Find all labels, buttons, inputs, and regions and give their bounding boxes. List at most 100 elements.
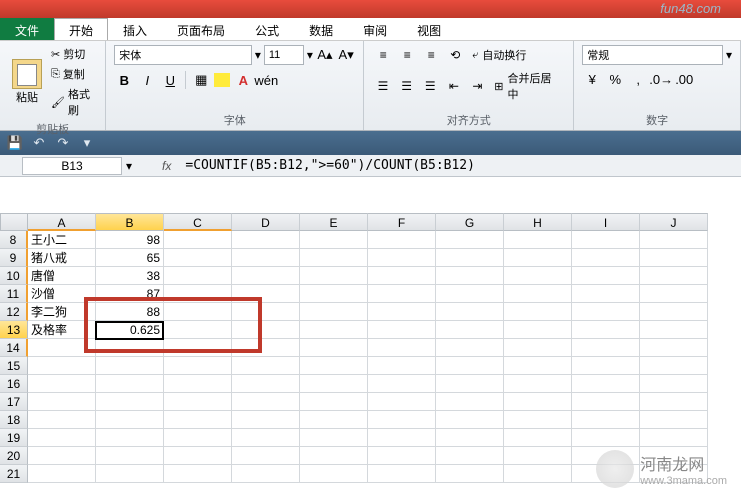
formula-input[interactable]: =COUNTIF(B5:B12,">=60")/COUNT(B5:B12) xyxy=(181,157,741,174)
cell[interactable] xyxy=(232,267,300,285)
cell[interactable] xyxy=(164,321,232,339)
cell[interactable] xyxy=(368,231,436,249)
tab-home[interactable]: 开始 xyxy=(54,18,108,40)
cell[interactable] xyxy=(572,339,640,357)
number-format-select[interactable] xyxy=(582,45,723,65)
cell[interactable] xyxy=(300,285,368,303)
align-center-icon[interactable]: ☰ xyxy=(396,76,418,96)
format-painter-button[interactable]: 🖌 格式刷 xyxy=(48,85,97,119)
cell[interactable] xyxy=(28,375,96,393)
cell[interactable] xyxy=(504,411,572,429)
font-size-select[interactable] xyxy=(264,45,304,65)
cell[interactable] xyxy=(640,429,708,447)
cell[interactable] xyxy=(640,249,708,267)
cell[interactable] xyxy=(572,375,640,393)
cell[interactable] xyxy=(232,465,300,483)
cell[interactable] xyxy=(368,429,436,447)
cell[interactable] xyxy=(504,303,572,321)
cell[interactable] xyxy=(504,357,572,375)
cell[interactable] xyxy=(232,285,300,303)
cell[interactable] xyxy=(96,357,164,375)
cell[interactable]: 38 xyxy=(96,267,164,285)
cell[interactable] xyxy=(368,465,436,483)
cell[interactable] xyxy=(572,231,640,249)
cell[interactable] xyxy=(28,447,96,465)
cell[interactable] xyxy=(572,393,640,411)
cell[interactable] xyxy=(572,411,640,429)
cell[interactable] xyxy=(96,411,164,429)
cell[interactable] xyxy=(164,411,232,429)
fx-icon[interactable]: fx xyxy=(162,159,171,173)
cell[interactable] xyxy=(368,411,436,429)
cell[interactable] xyxy=(28,465,96,483)
cell[interactable] xyxy=(640,267,708,285)
cell[interactable] xyxy=(368,393,436,411)
decrease-font-icon[interactable]: A▾ xyxy=(337,45,355,65)
cell[interactable] xyxy=(232,357,300,375)
cell[interactable] xyxy=(436,465,504,483)
cell[interactable] xyxy=(504,447,572,465)
cell[interactable]: 87 xyxy=(96,285,164,303)
row-header[interactable]: 12 xyxy=(0,303,28,321)
fill-color-button[interactable] xyxy=(214,73,230,87)
cell[interactable]: 98 xyxy=(96,231,164,249)
undo-icon[interactable]: ↶ xyxy=(30,134,48,152)
border-button[interactable]: ▦ xyxy=(191,70,211,90)
row-header[interactable]: 20 xyxy=(0,447,28,465)
cell[interactable] xyxy=(300,465,368,483)
row-header[interactable]: 14 xyxy=(0,339,28,357)
cell[interactable] xyxy=(96,465,164,483)
cell[interactable] xyxy=(436,357,504,375)
cell[interactable]: 唐僧 xyxy=(28,267,96,285)
align-right-icon[interactable]: ☰ xyxy=(419,76,441,96)
cell[interactable] xyxy=(300,393,368,411)
cell[interactable] xyxy=(436,285,504,303)
cell[interactable] xyxy=(640,393,708,411)
save-icon[interactable]: 💾 xyxy=(6,134,24,152)
number-format-dropdown-icon[interactable]: ▾ xyxy=(726,48,732,62)
font-size-dropdown-icon[interactable]: ▾ xyxy=(307,48,313,62)
orientation-icon[interactable]: ⟲ xyxy=(444,45,466,65)
cell[interactable] xyxy=(504,267,572,285)
row-header[interactable]: 8 xyxy=(0,231,28,249)
cell[interactable] xyxy=(436,303,504,321)
cell[interactable] xyxy=(232,447,300,465)
cell[interactable] xyxy=(28,339,96,357)
cell[interactable] xyxy=(436,393,504,411)
cell[interactable] xyxy=(300,321,368,339)
cell[interactable] xyxy=(232,321,300,339)
cell[interactable] xyxy=(164,339,232,357)
name-box-dropdown-icon[interactable]: ▾ xyxy=(126,159,132,173)
cell[interactable] xyxy=(572,285,640,303)
cell[interactable] xyxy=(436,339,504,357)
cell[interactable] xyxy=(300,411,368,429)
row-header[interactable]: 10 xyxy=(0,267,28,285)
cell[interactable]: 沙僧 xyxy=(28,285,96,303)
col-header-G[interactable]: G xyxy=(436,213,504,231)
col-header-I[interactable]: I xyxy=(572,213,640,231)
cell[interactable] xyxy=(368,267,436,285)
cell[interactable] xyxy=(164,303,232,321)
cell[interactable] xyxy=(436,447,504,465)
cell[interactable]: 65 xyxy=(96,249,164,267)
cell[interactable]: 及格率 xyxy=(28,321,96,339)
cell[interactable] xyxy=(504,321,572,339)
cell[interactable] xyxy=(504,339,572,357)
cell[interactable] xyxy=(436,429,504,447)
cell[interactable] xyxy=(300,375,368,393)
cell[interactable] xyxy=(96,393,164,411)
cell[interactable] xyxy=(164,447,232,465)
cell[interactable] xyxy=(300,303,368,321)
comma-button[interactable]: , xyxy=(628,69,648,89)
cell[interactable] xyxy=(436,321,504,339)
cell[interactable] xyxy=(232,339,300,357)
cell[interactable] xyxy=(164,285,232,303)
align-left-icon[interactable]: ☰ xyxy=(372,76,394,96)
cell[interactable] xyxy=(96,447,164,465)
cell[interactable] xyxy=(164,375,232,393)
font-color-button[interactable]: A xyxy=(233,70,253,90)
cell[interactable] xyxy=(232,393,300,411)
font-name-select[interactable] xyxy=(114,45,252,65)
cell[interactable] xyxy=(164,267,232,285)
cell[interactable] xyxy=(300,429,368,447)
